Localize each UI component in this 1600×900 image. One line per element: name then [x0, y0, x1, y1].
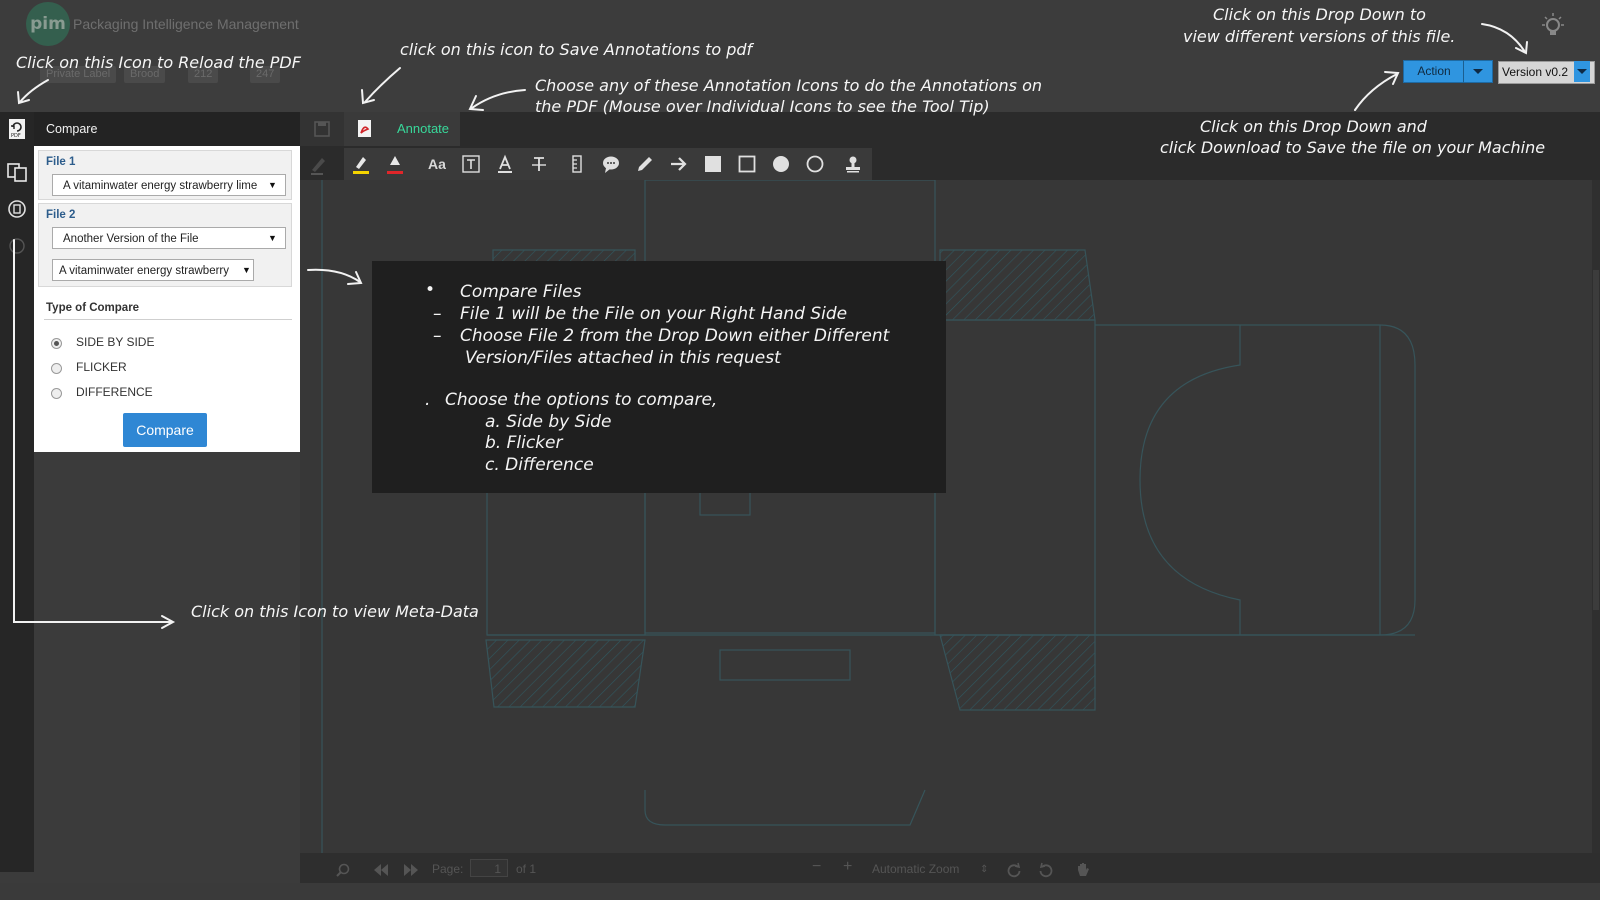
page-total: of 1 [516, 862, 537, 876]
caret-down-icon [1577, 69, 1587, 74]
circle-tool-icon[interactable] [800, 150, 830, 178]
compare-panel-title: Compare [34, 112, 300, 146]
save-annotations-tab[interactable] [300, 112, 344, 146]
dash-marker: – [433, 326, 442, 346]
bullet-marker: . [425, 390, 431, 410]
callout-versions-line2: view different versions of this file. [1183, 27, 1456, 46]
zoom-select[interactable]: Automatic Zoom [872, 862, 959, 876]
file2-type-select[interactable]: Another Version of the File [52, 227, 286, 249]
tab-annotate[interactable]: Annotate [386, 112, 460, 146]
radio-flicker-label[interactable]: FLICKER [76, 360, 127, 374]
app-logo[interactable]: pim [26, 2, 70, 46]
search-icon[interactable] [335, 862, 351, 878]
vertical-scrollbar[interactable] [1592, 180, 1600, 853]
callout-annotate-line2: the PDF (Mouse over Individual Icons to … [535, 97, 990, 116]
highlight-tool-icon[interactable] [346, 150, 376, 178]
instruction-file1: File 1 will be the File on your Right Ha… [460, 304, 848, 324]
instruction-option-c: c. Difference [485, 455, 594, 475]
stamp-tool-icon[interactable] [838, 150, 868, 178]
callout-download-line1: Click on this Drop Down and [1200, 117, 1427, 136]
text-tool-icon[interactable]: Aa [422, 150, 452, 178]
rotate-clockwise-icon[interactable] [1006, 862, 1022, 878]
save-to-pdf-tab[interactable] [344, 112, 386, 146]
compare-type-label: Type of Compare [46, 302, 140, 314]
callout-versions-line1: Click on this Drop Down to [1213, 5, 1426, 24]
caret-down-icon: ▼ [268, 233, 277, 243]
caret-down-icon [1473, 69, 1483, 74]
filled-rectangle-tool-icon[interactable] [698, 150, 728, 178]
compare-button[interactable]: Compare [123, 413, 207, 447]
callout-annotate-line1: Choose any of these Annotation Icons to … [535, 76, 1042, 95]
filled-circle-tool-icon[interactable] [766, 150, 796, 178]
ruler-tool-icon[interactable] [562, 150, 592, 178]
zoom-in-button[interactable]: + [843, 858, 852, 876]
instruction-file2-cont: Version/Files attached in this request [465, 348, 781, 368]
pen-tool-icon[interactable] [630, 150, 660, 178]
pdf-icon [358, 120, 371, 137]
radio-flicker[interactable] [51, 363, 62, 374]
chevron-updown-icon: ⇕ [980, 864, 989, 875]
rotate-counterclockwise-icon[interactable] [1038, 862, 1054, 878]
page-label: Page: [432, 862, 464, 876]
file1-label: File 1 [46, 156, 76, 168]
left-rail [0, 112, 34, 872]
version-dropdown-toggle[interactable] [1574, 61, 1590, 82]
caret-down-icon: ▼ [268, 180, 277, 190]
file2-label: File 2 [46, 209, 76, 221]
compare-files-icon[interactable] [6, 161, 28, 183]
radio-difference-label[interactable]: DIFFERENCE [76, 385, 153, 399]
file1-select[interactable]: A vitaminwater energy strawberry lime [52, 174, 286, 196]
instruction-option-a: a. Side by Side [485, 412, 612, 432]
metadata-icon[interactable] [6, 198, 28, 220]
underline-tool-icon[interactable] [490, 150, 520, 178]
lightbulb-icon[interactable] [1538, 12, 1568, 42]
arrow-tool-icon[interactable] [664, 150, 694, 178]
instruction-options-head: Choose the options to compare, [445, 390, 718, 410]
callout-save-annotations: click on this icon to Save Annotations t… [400, 40, 753, 59]
instruction-option-b: b. Flicker [485, 433, 563, 453]
zoom-out-button[interactable]: − [812, 858, 821, 876]
radio-side-by-side[interactable] [51, 338, 62, 349]
bullet-marker: • [425, 280, 436, 300]
caret-down-icon: ▼ [242, 265, 251, 275]
info-icon[interactable] [6, 235, 28, 257]
dash-marker: – [433, 304, 442, 324]
strikethrough-tool-icon[interactable] [524, 150, 554, 178]
file2-select[interactable]: A vitaminwater energy strawberry [52, 259, 254, 281]
save-icon [314, 121, 330, 137]
text-box-tool-icon[interactable] [456, 150, 486, 178]
radio-side-by-side-label[interactable]: SIDE BY SIDE [76, 335, 154, 349]
status-bar [0, 883, 1600, 900]
callout-reload-pdf: Click on this Icon to Reload the PDF [16, 53, 301, 72]
rectangle-tool-icon[interactable] [732, 150, 762, 178]
app-title: Packaging Intelligence Management [73, 16, 299, 32]
next-page-icon[interactable] [402, 862, 420, 878]
instruction-compare-files: Compare Files [460, 282, 582, 302]
action-button[interactable]: Action [1403, 60, 1465, 83]
comment-tool-icon[interactable] [596, 150, 626, 178]
divider [44, 319, 292, 320]
radio-difference[interactable] [51, 388, 62, 399]
instruction-file2: Choose File 2 from the Drop Down either … [460, 326, 890, 346]
previous-page-icon[interactable] [372, 862, 390, 878]
hand-tool-icon[interactable] [1074, 861, 1092, 879]
callout-metadata: Click on this Icon to view Meta-Data [191, 602, 479, 621]
strike-highlight-tool-icon[interactable] [380, 150, 410, 178]
page-number-input[interactable]: 1 [470, 859, 508, 877]
pencil-disabled-icon [311, 158, 325, 175]
reload-pdf-icon[interactable]: PDF [6, 118, 28, 140]
action-dropdown-toggle[interactable] [1463, 60, 1493, 83]
callout-download-line2: click Download to Save the file on your … [1160, 138, 1546, 157]
instructions-box [372, 261, 946, 493]
svg-text:PDF: PDF [11, 133, 21, 139]
